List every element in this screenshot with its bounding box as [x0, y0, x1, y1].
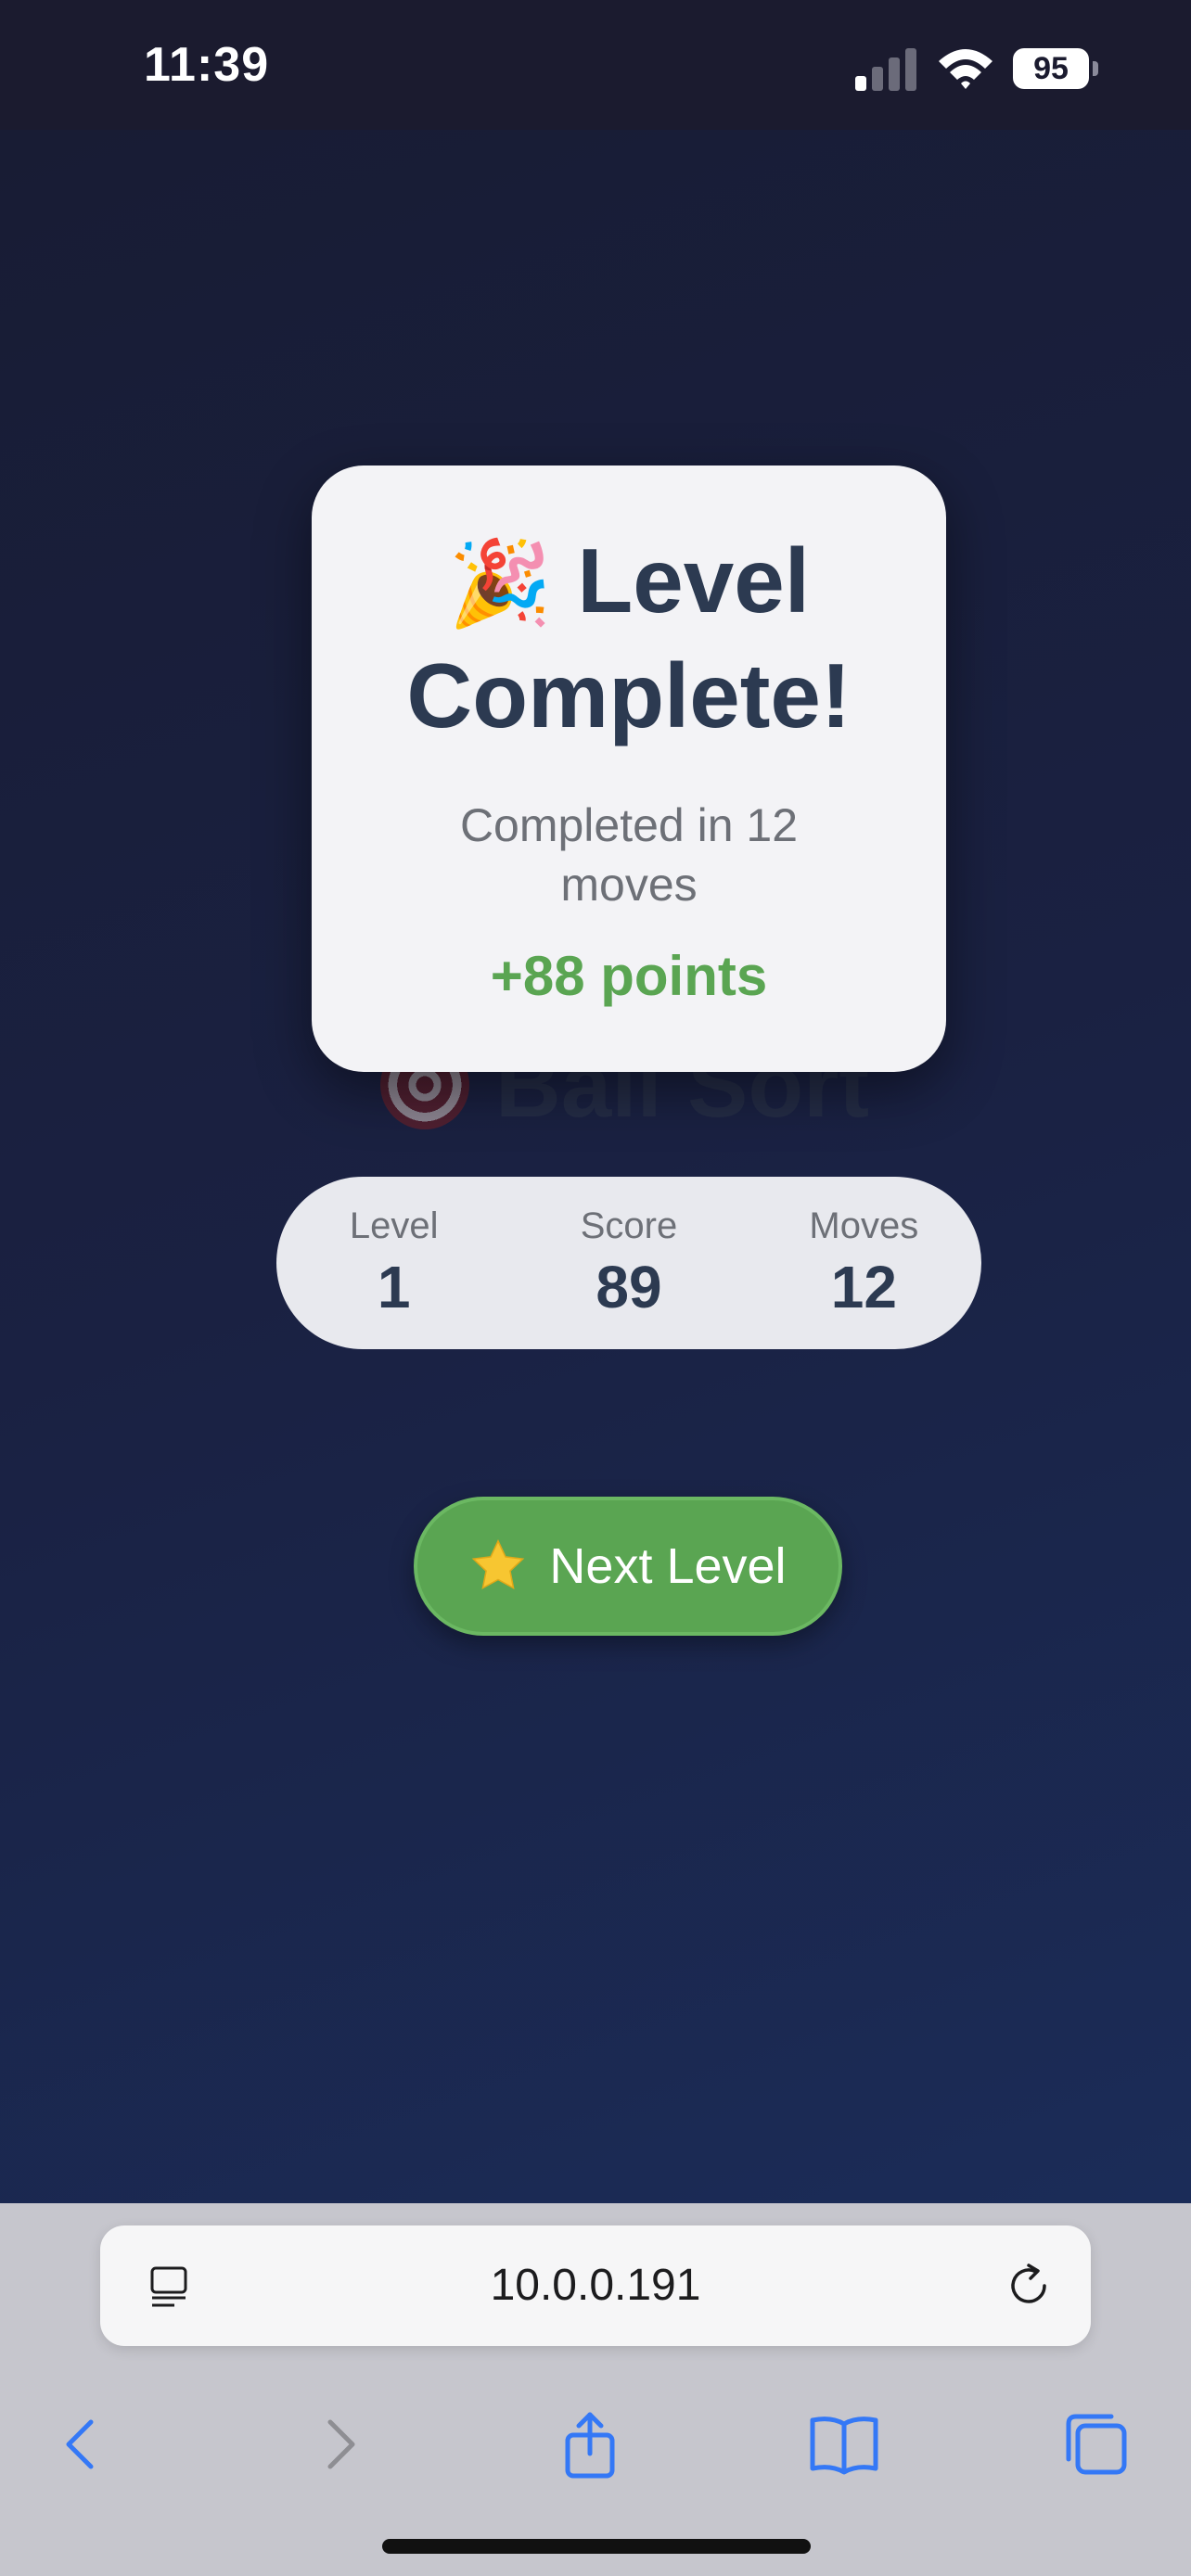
home-indicator	[382, 2539, 811, 2554]
stat-label: Score	[580, 1205, 678, 1246]
stat-value: 1	[377, 1253, 411, 1320]
stat-value: 89	[596, 1253, 662, 1320]
stat-label: Level	[349, 1205, 439, 1246]
next-level-button[interactable]: Next Level	[414, 1497, 842, 1636]
tabs-icon[interactable]	[1059, 2407, 1133, 2481]
battery-level: 95	[1013, 48, 1089, 89]
stat-value: 12	[830, 1253, 897, 1320]
stats-panel: Level 1 Score 89 Moves 12	[276, 1177, 981, 1349]
status-bar: 11:39 95	[0, 0, 1191, 130]
modal-title: 🎉 Level Complete!	[349, 525, 909, 751]
next-level-label: Next Level	[549, 1538, 787, 1594]
stat-moves: Moves 12	[762, 1205, 966, 1321]
address-bar[interactable]: 10.0.0.191	[100, 2225, 1091, 2346]
points-earned: +88 points	[490, 945, 768, 1007]
browser-toolbar	[0, 2389, 1191, 2500]
star-icon	[472, 1539, 525, 1589]
wifi-icon	[939, 49, 992, 89]
stat-score: Score 89	[527, 1205, 731, 1321]
share-icon[interactable]	[553, 2407, 627, 2481]
bookmarks-icon[interactable]	[807, 2407, 881, 2481]
level-complete-modal: 🎉 Level Complete! Completed in 12 moves …	[312, 465, 946, 1072]
reload-icon[interactable]	[1004, 2261, 1054, 2311]
forward-icon[interactable]	[302, 2407, 377, 2481]
browser-chrome: 10.0.0.191	[0, 2203, 1191, 2576]
battery-nub	[1093, 61, 1098, 76]
status-time: 11:39	[144, 38, 270, 92]
back-icon[interactable]	[45, 2407, 119, 2481]
modal-subtitle: Completed in 12 moves	[459, 799, 799, 911]
stat-level: Level 1	[292, 1205, 496, 1321]
party-popper-icon: 🎉	[448, 538, 553, 631]
cellular-signal-icon	[855, 48, 916, 91]
stat-label: Moves	[809, 1205, 919, 1246]
game-background	[0, 130, 1191, 2203]
url-text[interactable]: 10.0.0.191	[100, 2225, 1091, 2346]
